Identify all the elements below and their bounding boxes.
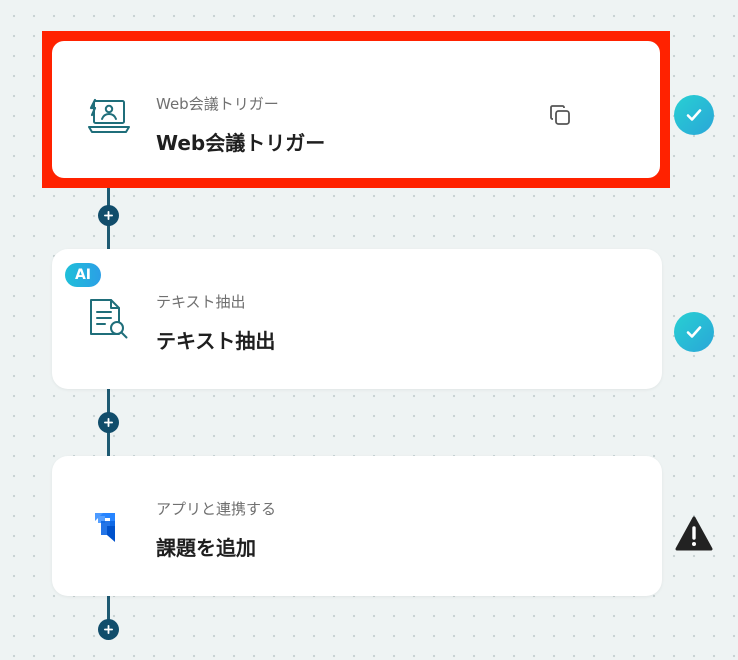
step-subtitle: テキスト抽出: [156, 293, 246, 311]
add-step-button[interactable]: [98, 619, 119, 640]
step-card-body: Web会議トリガー Web会議トリガー: [52, 41, 660, 178]
add-step-button[interactable]: [98, 412, 119, 433]
warning-icon: [674, 515, 714, 553]
step-title: テキスト抽出: [156, 329, 276, 353]
status-complete-icon: [674, 312, 714, 352]
copy-icon: [550, 105, 570, 125]
step-card-web-meeting-trigger[interactable]: Web会議トリガー Web会議トリガー: [42, 31, 670, 188]
ai-badge: AI: [65, 263, 101, 287]
step-title: 課題を追加: [156, 536, 256, 560]
status-complete-icon: [674, 95, 714, 135]
add-step-button[interactable]: [98, 205, 119, 226]
jira-icon: [84, 502, 132, 550]
plus-icon: [104, 418, 113, 427]
plus-icon: [104, 211, 113, 220]
step-subtitle: アプリと連携する: [156, 500, 277, 518]
text-extraction-icon: [84, 295, 132, 343]
plus-icon: [104, 625, 113, 634]
step-title: Web会議トリガー: [156, 131, 326, 155]
web-meeting-icon: [85, 93, 133, 141]
step-subtitle: Web会議トリガー: [156, 95, 279, 113]
step-card-add-issue[interactable]: アプリと連携する 課題を追加: [52, 456, 662, 596]
copy-button[interactable]: [546, 101, 574, 129]
step-card-text-extraction[interactable]: テキスト抽出 テキスト抽出: [52, 249, 662, 389]
